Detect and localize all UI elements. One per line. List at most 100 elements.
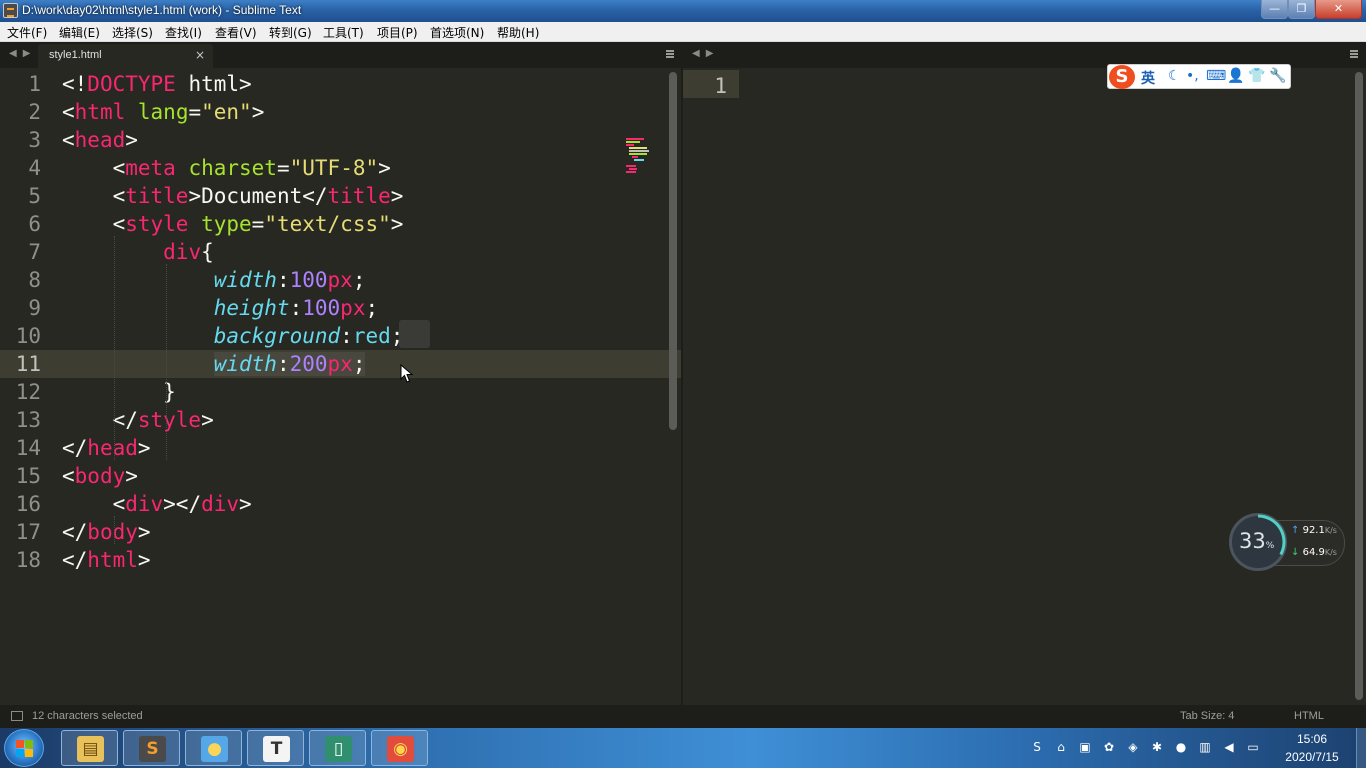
close-button[interactable]: ✕ <box>1315 0 1362 19</box>
cpu-percent: 33% <box>1239 529 1275 553</box>
phone-tray-icon[interactable]: ▥ <box>1197 739 1213 755</box>
menu-help[interactable]: 帮助(H) <box>497 24 539 41</box>
taskbar-app-typora[interactable]: T <box>247 730 304 766</box>
code-line[interactable]: 12 } <box>0 378 681 406</box>
tab-style1-html[interactable]: style1.html × <box>38 44 213 68</box>
sogou-tray-icon[interactable]: S <box>1029 739 1045 755</box>
skin-shirt-icon[interactable]: 👕 <box>1248 68 1265 84</box>
line-number: 7 <box>28 240 41 264</box>
menu-find[interactable]: 查找(I) <box>165 24 202 41</box>
line-number: 8 <box>28 268 41 292</box>
editor-pane-right[interactable]: 1 <box>683 68 1366 705</box>
tab-label: style1.html <box>49 49 102 61</box>
wrench-icon[interactable]: 🔧 <box>1269 68 1286 84</box>
menu-preferences[interactable]: 首选项(N) <box>430 24 484 41</box>
code-token: ; <box>352 352 366 376</box>
syntax-selector[interactable]: HTML <box>1294 710 1324 722</box>
code-line[interactable]: 16 <div></div> <box>0 490 681 518</box>
user-icon[interactable]: 👤 <box>1227 68 1244 84</box>
weather-tray-icon[interactable]: ● <box>1173 739 1189 755</box>
menu-bar: 文件(F) 编辑(E) 选择(S) 查找(I) 查看(V) 转到(G) 工具(T… <box>0 22 1366 42</box>
code-token: > <box>125 464 138 488</box>
minimap[interactable] <box>624 138 650 174</box>
code-line[interactable]: 10 background:red; <box>0 322 681 350</box>
code-token: > <box>137 520 151 544</box>
app-tray-icon[interactable]: ▣ <box>1077 739 1093 755</box>
moon-icon[interactable]: ☾ <box>1168 68 1181 84</box>
code-line[interactable]: 3 <head> <box>0 126 681 154</box>
punctuation-icon[interactable]: •, <box>1186 68 1199 84</box>
maximize-button[interactable]: ❐ <box>1288 0 1315 19</box>
tab-nav-arrows-icon[interactable]: ◀▶ <box>9 48 36 59</box>
code-text: <!DOCTYPE html> <box>62 72 252 96</box>
volume-icon[interactable]: ◀ <box>1221 739 1237 755</box>
taskbar-app-explorer[interactable]: ▤ <box>61 730 118 766</box>
code-text: </html> <box>62 548 151 572</box>
line-number: 6 <box>28 212 41 236</box>
scrollbar-right[interactable] <box>1355 72 1363 700</box>
shield-tray-icon[interactable]: ◈ <box>1125 739 1141 755</box>
panel-menu-icon[interactable] <box>666 50 674 58</box>
code-line[interactable]: 15 <body> <box>0 462 681 490</box>
ime-language-toggle[interactable]: 英 <box>1141 68 1155 88</box>
clock-time[interactable]: 15:06 <box>1282 732 1342 746</box>
flower-tray-icon[interactable]: ✿ <box>1101 739 1117 755</box>
code-text: </style> <box>62 408 214 432</box>
show-desktop-button[interactable] <box>1356 728 1366 768</box>
minimize-button[interactable]: — <box>1261 0 1288 19</box>
code-line[interactable]: 7 div{ <box>0 238 681 266</box>
taskbar-app-chrome[interactable]: ◉ <box>371 730 428 766</box>
tab-nav-arrows-icon[interactable]: ◀▶ <box>692 48 719 59</box>
code-token: > <box>137 548 151 572</box>
code-line[interactable]: 14 </head> <box>0 434 681 462</box>
clock-date[interactable]: 2020/7/15 <box>1280 750 1344 764</box>
code-line[interactable]: 4 <meta charset="UTF-8"> <box>0 154 681 182</box>
code-token: </ <box>62 520 88 544</box>
line-number: 1 <box>714 74 727 98</box>
code-token: : <box>276 352 290 376</box>
action-center-icon[interactable]: ▭ <box>1245 739 1261 755</box>
scrollbar-left[interactable] <box>669 72 677 430</box>
code-line[interactable]: 1 <!DOCTYPE html> <box>0 70 681 98</box>
code-line[interactable]: 2 <html lang="en"> <box>0 98 681 126</box>
tab-close-icon[interactable]: × <box>195 48 205 62</box>
code-token: head <box>87 436 138 460</box>
start-button[interactable] <box>4 729 44 767</box>
code-line[interactable]: 18 </html> <box>0 546 681 574</box>
sogou-logo-icon[interactable]: S <box>1109 65 1135 89</box>
menu-selection[interactable]: 选择(S) <box>112 24 153 41</box>
line-number: 13 <box>15 408 41 432</box>
tab-size-selector[interactable]: Tab Size: 4 <box>1180 710 1234 722</box>
code-line[interactable]: 6 <style type="text/css"> <box>0 210 681 238</box>
taskbar-app-chat[interactable]: ● <box>185 730 242 766</box>
code-token: html <box>87 548 138 572</box>
code-line[interactable]: 13 </style> <box>0 406 681 434</box>
menu-edit[interactable]: 编辑(E) <box>59 24 100 41</box>
taskbar-app-sublime[interactable]: S <box>123 730 180 766</box>
bluetooth-tray-icon[interactable]: ✱ <box>1149 739 1165 755</box>
menu-tools[interactable]: 工具(T) <box>323 24 364 41</box>
mouse-cursor-icon <box>400 364 414 383</box>
network-tray-icon[interactable]: ⌂ <box>1053 739 1069 755</box>
code-line[interactable]: 17 </body> <box>0 518 681 546</box>
keyboard-icon[interactable]: ⌨ <box>1206 68 1226 84</box>
code-line[interactable]: 5 <title>Document</title> <box>0 182 681 210</box>
menu-goto[interactable]: 转到(G) <box>269 24 312 41</box>
code-text: </head> <box>62 436 151 460</box>
menu-file[interactable]: 文件(F) <box>7 24 47 41</box>
code-line[interactable]: 9 height:100px; <box>0 294 681 322</box>
code-line[interactable]: 8 width:100px; <box>0 266 681 294</box>
taskbar-app-notepad[interactable]: ▯ <box>309 730 366 766</box>
code-token: style <box>137 408 202 432</box>
line-number: 17 <box>15 520 41 544</box>
panel-menu-icon[interactable] <box>1350 50 1358 58</box>
menu-project[interactable]: 项目(P) <box>377 24 418 41</box>
editor-pane-left[interactable]: 1 <!DOCTYPE html> 2 <html lang="en"> 3 <head>… <box>0 68 681 705</box>
network-monitor-widget[interactable]: 33% ↑ 92.1K/s ↓ 64.9K/s <box>1229 513 1347 571</box>
panel-toggle-icon[interactable] <box>11 711 23 721</box>
menu-view[interactable]: 查看(V) <box>215 24 257 41</box>
code-line[interactable]: 11 width:200px; <box>0 350 681 378</box>
